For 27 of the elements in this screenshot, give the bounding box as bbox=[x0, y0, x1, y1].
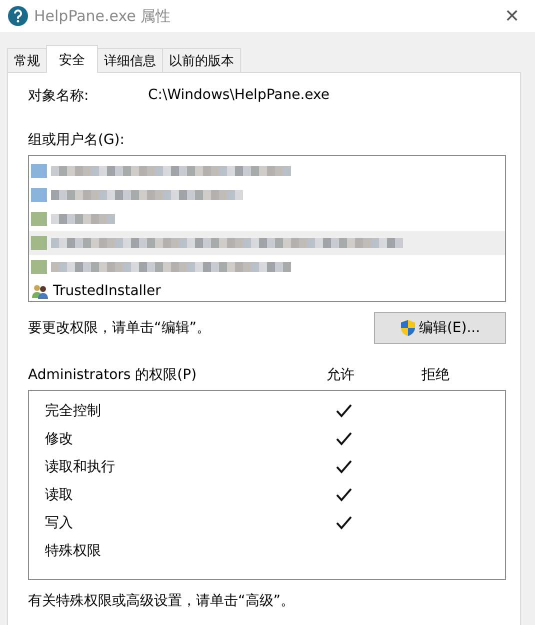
permission-name: 特殊权限 bbox=[45, 542, 102, 560]
window-title: HelpPane.exe 属性 bbox=[34, 6, 172, 26]
permission-name: 读取和执行 bbox=[45, 458, 116, 476]
permission-name: 写入 bbox=[45, 514, 74, 532]
user-list-item[interactable]: TrustedInstaller bbox=[29, 279, 505, 303]
object-name-value: C:\Windows\HelpPane.exe bbox=[148, 87, 330, 105]
close-button[interactable]: ✕ bbox=[489, 0, 535, 32]
allow-header: 允许 bbox=[326, 366, 356, 384]
user-list-item[interactable] bbox=[29, 231, 505, 255]
tab[interactable]: 以前的版本 bbox=[162, 48, 241, 72]
permission-name: 修改 bbox=[45, 430, 74, 448]
shield-icon bbox=[400, 319, 416, 337]
help-icon bbox=[8, 6, 28, 26]
user-list[interactable]: TrustedInstaller bbox=[28, 155, 506, 302]
tab[interactable]: 安全 bbox=[46, 45, 98, 73]
permission-name: 完全控制 bbox=[45, 402, 102, 420]
deny-header: 拒绝 bbox=[420, 366, 450, 384]
advanced-hint: 有关特殊权限或高级设置，请单击“高级”。 bbox=[28, 592, 296, 610]
edit-button[interactable]: 编辑(E)... bbox=[374, 312, 506, 344]
tab[interactable]: 常规 bbox=[7, 48, 47, 72]
users-icon bbox=[31, 283, 49, 299]
permission-name: 读取 bbox=[45, 486, 74, 504]
object-name-label: 对象名称: bbox=[28, 87, 90, 105]
group-list-label: 组或用户名(G): bbox=[28, 131, 126, 149]
edit-hint: 要更改权限，请单击“编辑”。 bbox=[28, 319, 211, 337]
permissions-label: Administrators 的权限(P) bbox=[28, 366, 198, 384]
user-name: TrustedInstaller bbox=[53, 283, 161, 299]
